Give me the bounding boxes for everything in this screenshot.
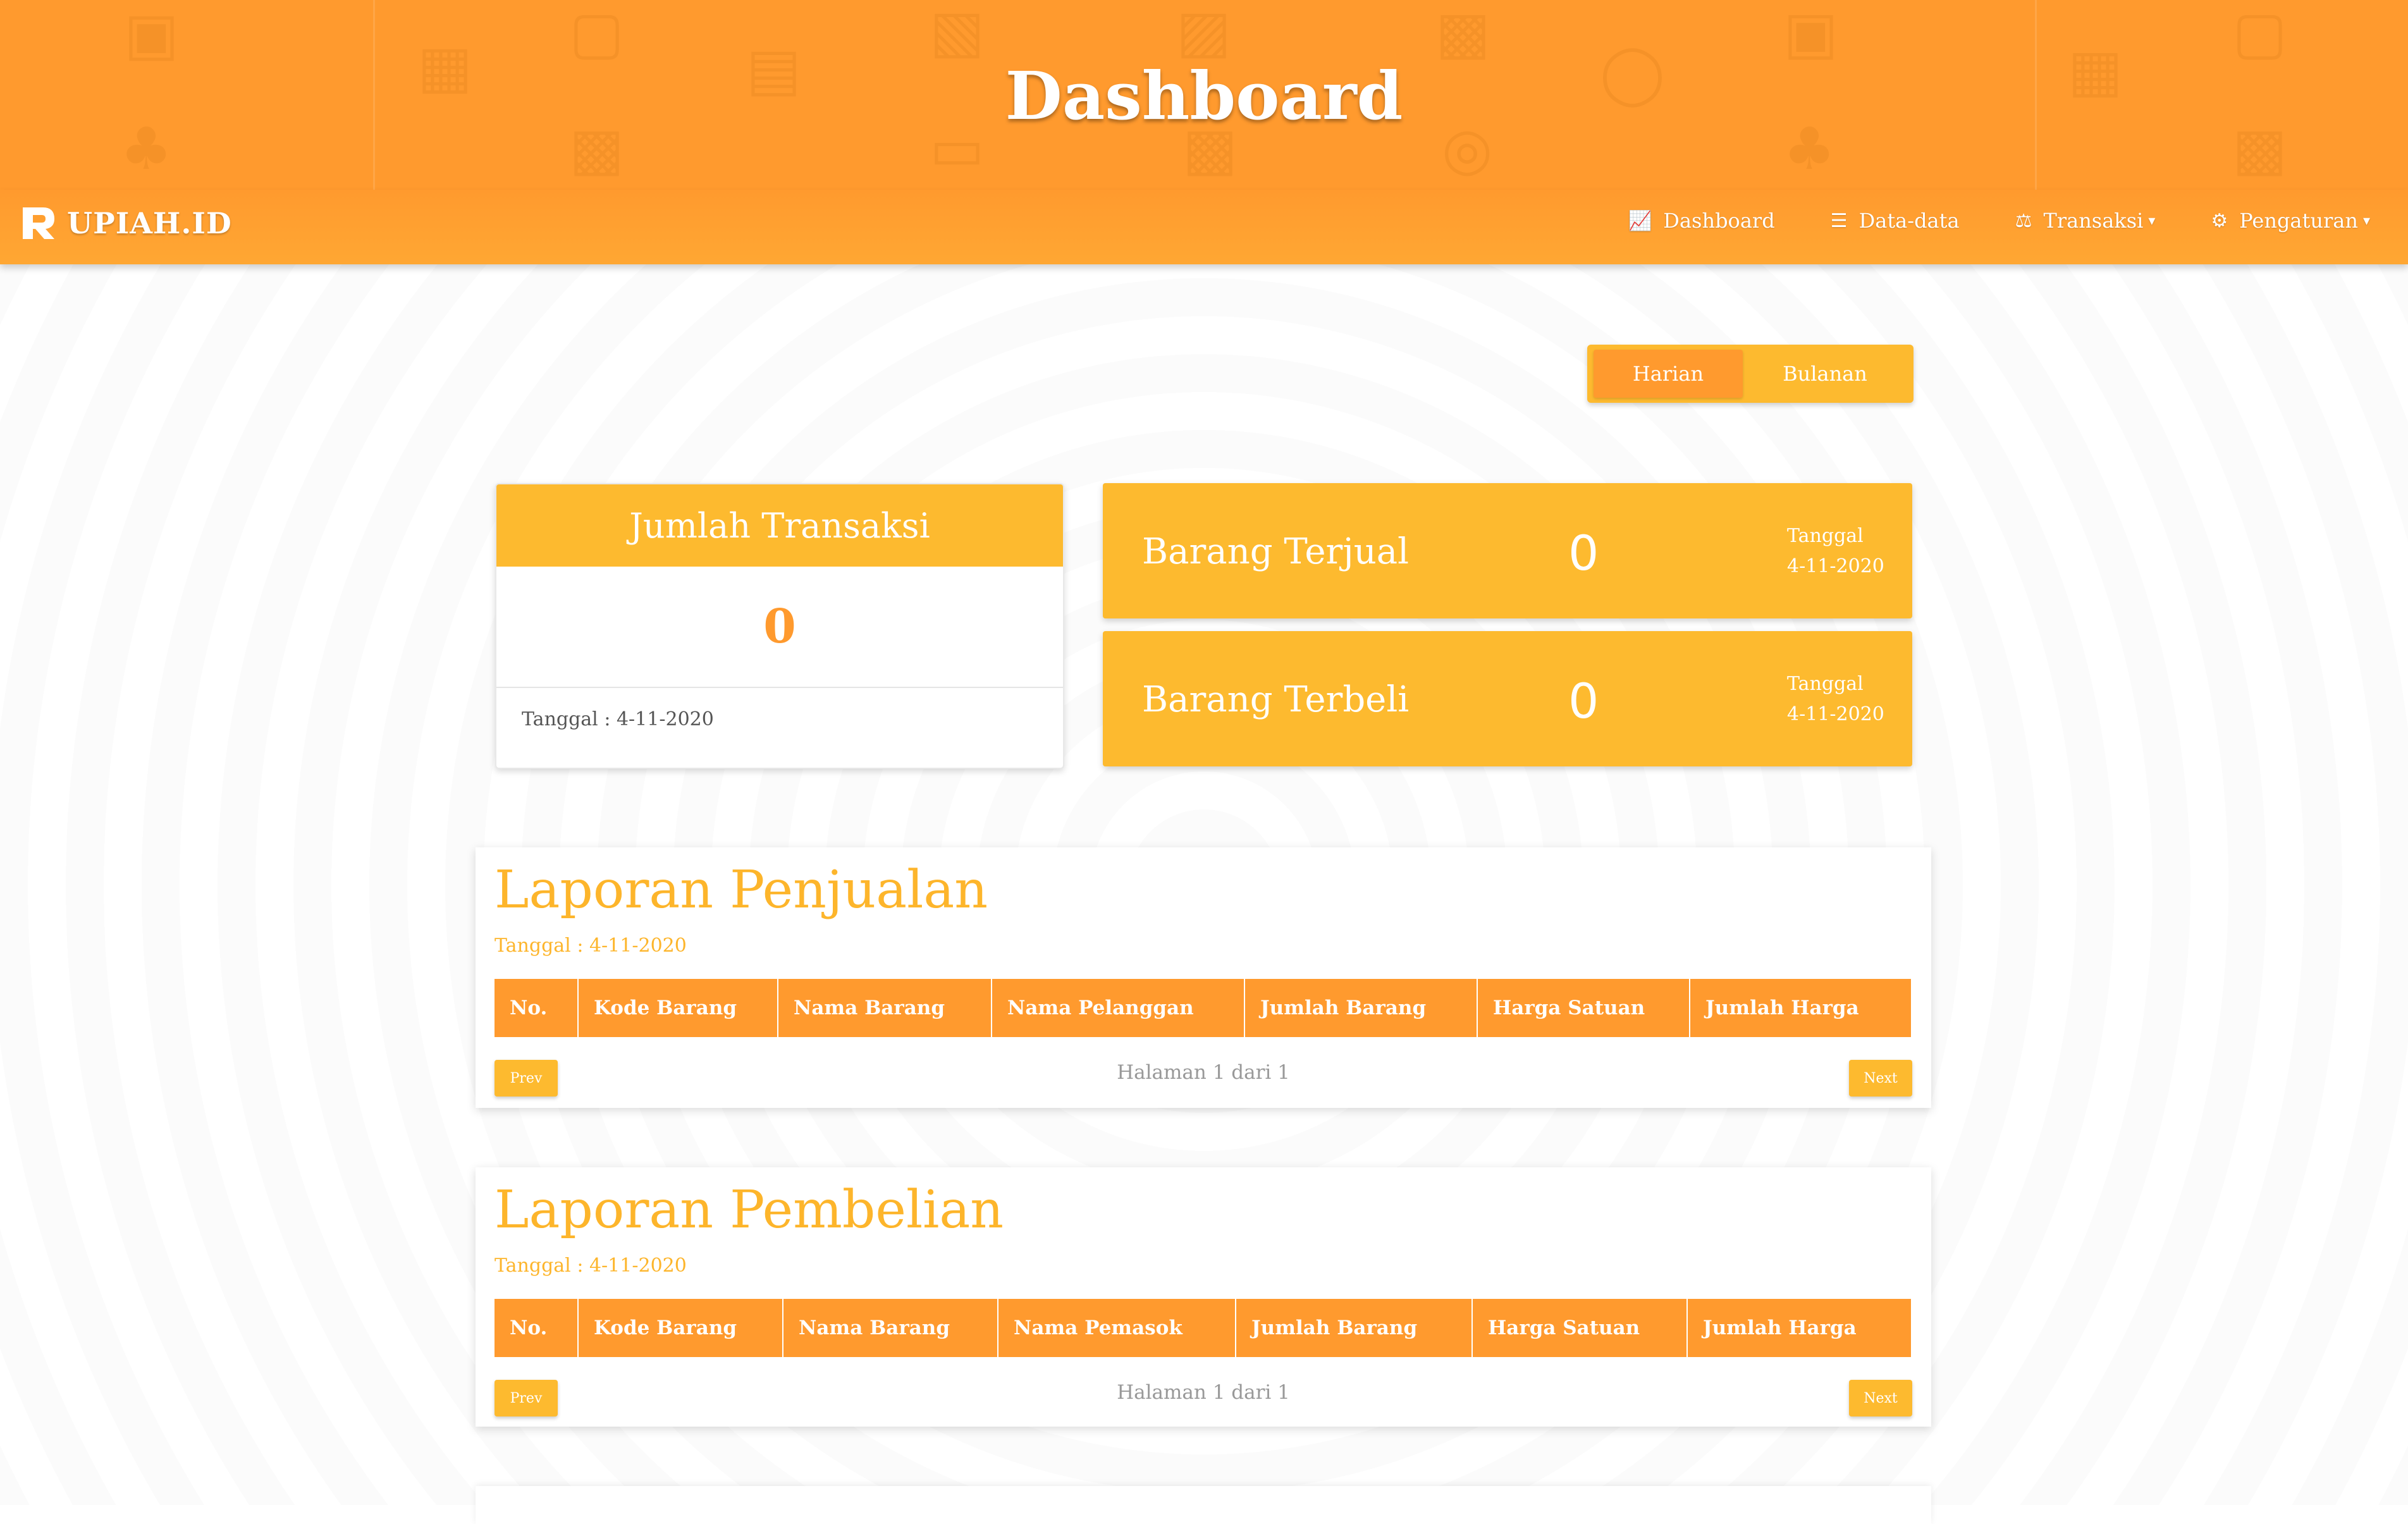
scale-icon: ⚖	[2015, 209, 2032, 232]
column-header[interactable]: Jumlah Harga	[1687, 1299, 1911, 1357]
nav-data[interactable]: ☰ Data-data	[1831, 209, 1960, 233]
nav-transaksi[interactable]: ⚖ Transaksi ▾	[2015, 209, 2156, 233]
scale-pattern-icon: ▩	[1435, 0, 1490, 66]
page-title: Dashboard	[1005, 57, 1403, 135]
next-page-button[interactable]: Next	[1849, 1060, 1912, 1097]
column-header[interactable]: Jumlah Barang	[1244, 979, 1478, 1037]
purchase-report-table: No. Kode Barang Nama Barang Nama Pemasok…	[494, 1299, 1911, 1357]
column-header[interactable]: No.	[494, 979, 579, 1037]
document-pattern-icon: ▧	[930, 0, 985, 65]
bulb-pattern-icon: ▣	[124, 0, 179, 68]
stat-value: 0	[1568, 525, 1599, 581]
stat-value: 0	[1568, 673, 1599, 729]
next-page-button[interactable]: Next	[1849, 1380, 1912, 1416]
column-header[interactable]: Kode Barang	[578, 979, 778, 1037]
transaction-count-value: 0	[496, 567, 1063, 688]
caret-down-icon: ▾	[2148, 212, 2156, 229]
transaction-count-title: Jumlah Transaksi	[496, 484, 1063, 567]
table-header-row: No. Kode Barang Nama Barang Nama Pelangg…	[494, 979, 1911, 1037]
sales-report-date: Tanggal : 4-11-2020	[494, 935, 687, 957]
stat-label: Barang Terbeli	[1142, 679, 1410, 720]
transaction-count-card: Jumlah Transaksi 0 Tanggal : 4-11-2020	[495, 483, 1064, 769]
column-header[interactable]: Nama Pelanggan	[992, 979, 1245, 1037]
brand-logo-icon	[23, 207, 54, 239]
stat-date-value: 4-11-2020	[1787, 555, 1884, 577]
column-header[interactable]: Nama Barang	[783, 1299, 998, 1357]
stat-date-label: Tanggal	[1787, 525, 1864, 547]
column-header[interactable]: Nama Pemasok	[998, 1299, 1236, 1357]
stat-label: Barang Terjual	[1142, 531, 1410, 572]
table-header-row: No. Kode Barang Nama Barang Nama Pemasok…	[494, 1299, 1911, 1357]
nav-pengaturan[interactable]: ⚙ Pengaturan ▾	[2211, 209, 2370, 233]
page-header: ▣ ▦ ▢ ▤ ▧ ▨ ▩ ◯ ▣ ▦ ▢ ♣ ▩ ▭ ▩ ◎ ♣ ▩ Dash…	[0, 0, 2408, 190]
toggle-harian[interactable]: Harian	[1594, 350, 1743, 398]
bulb-pattern-icon: ▣	[1783, 0, 1838, 66]
column-header[interactable]: Harga Satuan	[1472, 1299, 1688, 1357]
page-info: Halaman 1 dari 1	[1117, 1381, 1290, 1404]
stat-date: Tanggal 4-11-2020	[1787, 521, 1884, 582]
monitor-pattern-icon: ▢	[2232, 0, 2287, 66]
nav-data-label: Data-data	[1858, 209, 1960, 233]
nav-dashboard[interactable]: 📈 Dashboard	[1628, 209, 1775, 233]
chart-icon: 📈	[1628, 209, 1652, 232]
navbar: UPIAH.ID 📈 Dashboard ☰ Data-data ⚖ Trans…	[0, 190, 2408, 264]
toggle-bulanan[interactable]: Bulanan	[1743, 350, 1907, 398]
nav-pengaturan-label: Pengaturan	[2239, 209, 2358, 233]
stat-card-sold: Barang Terjual 0 Tanggal 4-11-2020	[1103, 483, 1912, 618]
nav-dashboard-label: Dashboard	[1663, 209, 1775, 233]
transaction-count-date: Tanggal : 4-11-2020	[522, 708, 714, 730]
nav-menu: 📈 Dashboard ☰ Data-data ⚖ Transaksi ▾ ⚙ …	[1573, 209, 2370, 233]
stat-date-label: Tanggal	[1787, 673, 1864, 695]
stat-card-bought: Barang Terbeli 0 Tanggal 4-11-2020	[1103, 631, 1912, 766]
page-info: Halaman 1 dari 1	[1117, 1061, 1290, 1084]
column-header[interactable]: Jumlah Barang	[1236, 1299, 1473, 1357]
nav-transaksi-label: Transaksi	[2043, 209, 2144, 233]
caret-down-icon: ▾	[2362, 212, 2370, 229]
sales-report-panel: Laporan Penjualan Tanggal : 4-11-2020 No…	[476, 847, 1931, 1108]
sales-report-title: Laporan Penjualan	[494, 860, 988, 920]
purchase-report-title: Laporan Pembelian	[494, 1180, 1004, 1240]
column-header[interactable]: Nama Barang	[778, 979, 992, 1037]
stat-date-value: 4-11-2020	[1787, 703, 1884, 725]
column-header[interactable]: Harga Satuan	[1477, 979, 1690, 1037]
column-header[interactable]: No.	[494, 1299, 579, 1357]
purchase-report-panel: Laporan Pembelian Tanggal : 4-11-2020 No…	[476, 1167, 1931, 1427]
column-header[interactable]: Jumlah Harga	[1690, 979, 1911, 1037]
next-panel-edge	[476, 1486, 1931, 1524]
sales-report-table: No. Kode Barang Nama Barang Nama Pelangg…	[494, 979, 1911, 1037]
brand-link[interactable]: UPIAH.ID	[19, 204, 232, 243]
monitor-pattern-icon: ▢	[569, 0, 624, 66]
period-toggle: Harian Bulanan	[1587, 345, 1914, 403]
stat-date: Tanggal 4-11-2020	[1787, 669, 1884, 730]
brand-name: UPIAH.ID	[67, 206, 232, 240]
gear-icon: ⚙	[2211, 209, 2228, 232]
column-header[interactable]: Kode Barang	[578, 1299, 783, 1357]
bank-pattern-icon: ▨	[1176, 0, 1231, 65]
database-icon: ☰	[1830, 209, 1848, 232]
purchase-report-date: Tanggal : 4-11-2020	[494, 1255, 687, 1277]
